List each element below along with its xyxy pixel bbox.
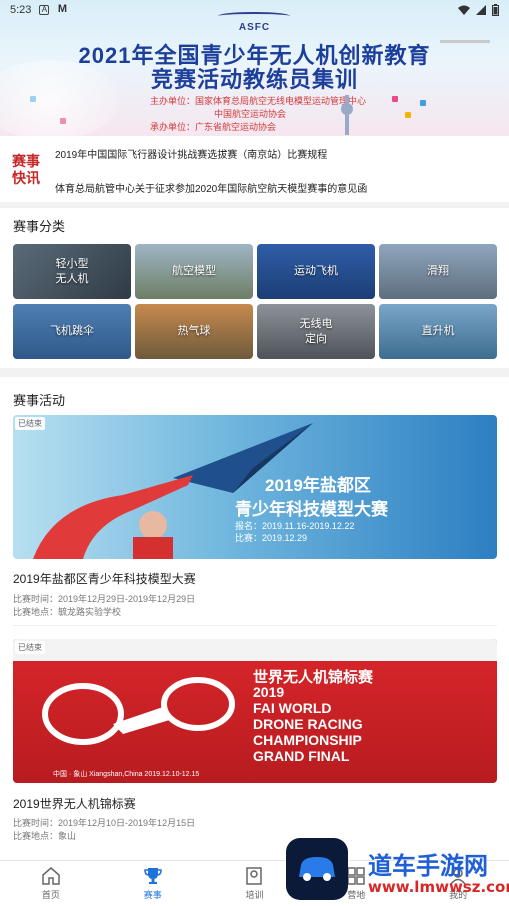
wifi-icon: [458, 5, 470, 15]
training-icon: [246, 867, 263, 885]
banner-host2: 中国航空运动协会: [214, 109, 287, 119]
watermark: 道车手游网 www.lmwwsz.com: [286, 838, 509, 906]
banner-organizer: 承办单位：广东省航空运动协会: [150, 122, 277, 132]
poster-en2: FAI WORLD: [253, 700, 332, 716]
poster-line2: 比赛：2019.12.29: [235, 533, 308, 543]
news-badge: 赛事快讯: [12, 154, 40, 187]
category-helicopter[interactable]: 直升机: [379, 304, 497, 359]
category-radio-orienteering[interactable]: 无线电 定向: [257, 304, 375, 359]
a-icon: A: [39, 5, 50, 15]
event-time: 比赛时间：2019年12月29日-2019年12月29日: [13, 594, 196, 604]
battery-icon: [492, 4, 499, 16]
top-banner[interactable]: ASFC 2021年全国青少年无人机创新教育 竞赛活动教练员集训 主办单位：国家…: [0, 0, 509, 136]
poster-en1: 2019: [253, 684, 285, 700]
home-icon: [42, 867, 60, 885]
tab-home[interactable]: 首页: [0, 861, 102, 906]
banner-host: 主办单位：国家体育总局航空无线电模型运动管理中心: [150, 96, 367, 106]
category-aero-model[interactable]: 航空模型: [135, 244, 253, 299]
watermark-text: 道车手游网: [368, 852, 488, 880]
status-bar: 5:23 A M: [0, 0, 509, 20]
watermark-url: www.lmwwsz.com: [368, 878, 509, 896]
category-gliding[interactable]: 滑翔: [379, 244, 497, 299]
category-title: 赛事分类: [13, 219, 66, 234]
tower-graphic: [341, 95, 353, 135]
events-title: 赛事活动: [13, 393, 66, 408]
news-item[interactable]: 2019年中国国际飞行器设计挑战赛选拔赛（南京站）比赛规程: [55, 146, 327, 161]
event-title[interactable]: 2019年盐都区青少年科技模型大赛: [13, 570, 196, 587]
drone-graphic: [440, 40, 490, 54]
event-title[interactable]: 2019世界无人机锦标赛: [13, 795, 136, 812]
m-icon: M: [57, 3, 67, 15]
poster-en4: CHAMPIONSHIP: [253, 732, 362, 748]
poster-en5: GRAND FINAL: [253, 748, 350, 764]
person-graphic: [33, 475, 193, 559]
status-tag: 已结束: [15, 417, 45, 430]
asfc-logo: ASFC: [238, 22, 271, 33]
category-hot-air-balloon[interactable]: 热气球: [135, 304, 253, 359]
poster-en3: DRONE RACING: [253, 716, 363, 732]
poster-place: 中国 · 象山 Xiangshan,China 2019.12.10-12.15: [53, 771, 200, 778]
category-light-uav[interactable]: 轻小型 无人机: [13, 244, 131, 299]
news-item[interactable]: 体育总局航管中心关于征求参加2020年国际航空航天模型赛事的意见函: [55, 180, 367, 195]
category-skydiving[interactable]: 飞机跳伞: [13, 304, 131, 359]
trophy-icon: [143, 868, 162, 884]
drone-silhouette-graphic: [42, 677, 235, 745]
news-panel: 赛事快讯 2019年中国国际飞行器设计挑战赛选拔赛（南京站）比赛规程 体育总局航…: [0, 136, 509, 202]
watermark-logo: [286, 838, 348, 900]
event-poster[interactable]: 已结束 2019年盐都区 青少年科技模型大赛 报名：2019.11.16-201…: [13, 415, 497, 559]
event-time: 比赛时间：2019年12月10日-2019年12月15日: [13, 818, 196, 828]
signal-icon: [476, 5, 486, 15]
status-time: 5:23: [10, 4, 32, 16]
poster-title1: 2019年盐都区: [265, 476, 371, 495]
event-poster[interactable]: 已结束 世界无人机锦标赛 2019 FAI WORLD DRONE RACING…: [13, 639, 497, 783]
tab-events[interactable]: 赛事: [102, 861, 204, 906]
banner-title-line2: 竞赛活动教练员集训: [150, 67, 358, 92]
status-tag: 已结束: [15, 641, 45, 654]
poster-title2: 青少年科技模型大赛: [235, 500, 388, 519]
event-location: 比赛地点：毓龙路实验学校: [13, 607, 122, 617]
category-sport-aircraft[interactable]: 运动飞机: [257, 244, 375, 299]
event-location: 比赛地点：象山: [13, 831, 77, 841]
